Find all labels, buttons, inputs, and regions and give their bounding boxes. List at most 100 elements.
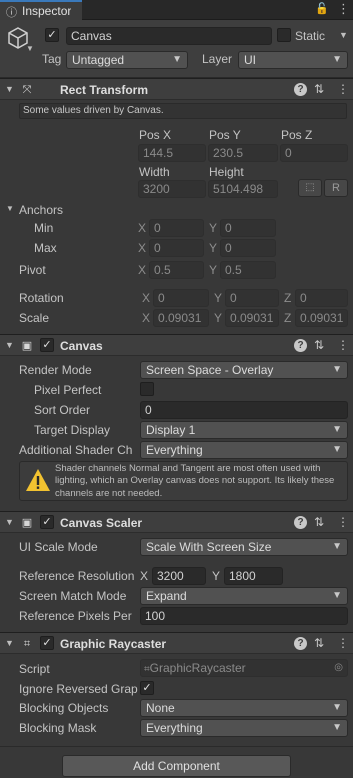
anchor-max-x-field[interactable]: 0	[149, 239, 204, 257]
canvas-icon: ▣	[21, 340, 33, 352]
rotation-z-field[interactable]: 0	[295, 289, 348, 307]
presets-icon[interactable]: ⇅	[314, 82, 324, 96]
graphic-raycaster-enabled-checkbox[interactable]: ✓	[40, 636, 54, 650]
pos-z-field[interactable]: 0	[280, 144, 348, 162]
render-mode-value: Screen Space - Overlay	[146, 363, 274, 377]
help-icon[interactable]: ?	[294, 339, 307, 352]
blueprint-mode-button[interactable]: ⬚	[298, 179, 322, 197]
tab-inspector[interactable]: ⓘ Inspector	[0, 0, 82, 20]
canvas-scaler-enabled-checkbox[interactable]: ✓	[40, 515, 54, 529]
rotation-x-field[interactable]: 0	[153, 289, 209, 307]
foldout-arrow-icon[interactable]: ▼	[5, 340, 14, 350]
object-name-field[interactable]: Canvas	[66, 27, 272, 45]
static-checkbox[interactable]	[277, 28, 291, 42]
presets-icon[interactable]: ⇅	[314, 636, 324, 650]
blocking-objects-dropdown[interactable]: None ▼	[140, 699, 348, 717]
ui-scale-mode-label: UI Scale Mode	[19, 540, 98, 554]
canvas-enabled-checkbox[interactable]: ✓	[40, 338, 54, 352]
foldout-arrow-icon[interactable]: ▼	[5, 638, 14, 648]
pixel-perfect-checkbox[interactable]	[140, 382, 154, 396]
warning-icon	[26, 469, 50, 491]
lock-icon[interactable]: 🔓	[315, 2, 329, 15]
reference-resolution-x-field[interactable]: 3200	[152, 567, 206, 585]
foldout-arrow-icon[interactable]: ▼	[5, 84, 14, 94]
help-icon[interactable]: ?	[294, 516, 307, 529]
active-checkbox[interactable]: ✓	[45, 28, 59, 42]
pivot-x-field[interactable]: 0.5	[149, 261, 204, 279]
chevron-down-icon: ▼	[332, 590, 342, 601]
screen-match-mode-dropdown[interactable]: Expand ▼	[140, 587, 348, 605]
tag-label: Tag	[42, 52, 62, 66]
canvas-title: Canvas	[60, 339, 103, 353]
kebab-menu-icon[interactable]: ⋮	[337, 338, 349, 352]
chevron-down-icon: ▼	[172, 54, 182, 65]
pivot-y-field[interactable]: 0.5	[220, 261, 276, 279]
canvas-component-header[interactable]: ▼ ▣ ✓ Canvas ? ⇅ ⋮	[0, 334, 353, 356]
object-picker-icon[interactable]: ◎	[334, 660, 343, 676]
scale-x-field[interactable]: 0.09031	[153, 309, 209, 327]
inspector-icon: ⓘ	[6, 7, 17, 19]
kebab-menu-icon[interactable]: ⋮	[337, 1, 350, 17]
raw-edit-button[interactable]: R	[324, 179, 348, 197]
kebab-menu-icon[interactable]: ⋮	[337, 82, 349, 96]
rect-transform-title: Rect Transform	[60, 83, 149, 97]
anchor-max-y-field[interactable]: 0	[220, 239, 276, 257]
pos-z-label: Pos Z	[281, 128, 313, 142]
add-component-button[interactable]: Add Component	[62, 755, 291, 777]
scale-x-axis-label: X	[142, 311, 151, 325]
scale-z-field[interactable]: 0.09031	[295, 309, 348, 327]
tag-dropdown[interactable]: Untagged ▼	[66, 51, 188, 69]
reference-resolution-y-field[interactable]: 1800	[224, 567, 283, 585]
ignore-reversed-graphics-label: Ignore Reversed Grap	[19, 682, 138, 696]
kebab-menu-icon[interactable]: ⋮	[337, 636, 349, 650]
help-icon[interactable]: ?	[294, 83, 307, 96]
sort-order-field[interactable]: 0	[140, 401, 348, 419]
pivot-label: Pivot	[19, 263, 46, 277]
graphic-raycaster-title: Graphic Raycaster	[60, 637, 167, 651]
static-label: Static	[295, 29, 326, 43]
script-value: GraphicRaycaster	[149, 661, 246, 675]
screen-match-mode-label: Screen Match Mode	[19, 589, 127, 603]
layer-dropdown[interactable]: UI ▼	[238, 51, 348, 69]
scale-y-field[interactable]: 0.09031	[225, 309, 279, 327]
kebab-menu-icon[interactable]: ⋮	[337, 515, 349, 529]
shader-channels-dropdown[interactable]: Everything ▼	[140, 441, 348, 459]
pixel-perfect-label: Pixel Perfect	[34, 383, 102, 397]
pos-y-field[interactable]: 230.5	[208, 144, 278, 162]
anchor-min-y-field[interactable]: 0	[220, 219, 276, 237]
chevron-down-icon: ▼	[332, 541, 342, 552]
width-field[interactable]: 3200	[138, 180, 206, 198]
target-display-dropdown[interactable]: Display 1 ▼	[140, 421, 348, 439]
canvas-scaler-header[interactable]: ▼ ▣ ✓ Canvas Scaler ? ⇅ ⋮	[0, 511, 353, 533]
rotation-y-field[interactable]: 0	[225, 289, 279, 307]
graphic-raycaster-header[interactable]: ▼ ⌗ ✓ Graphic Raycaster ? ⇅ ⋮	[0, 632, 353, 654]
static-dropdown-arrow-icon[interactable]: ▼	[339, 30, 348, 40]
anchor-min-x-field[interactable]: 0	[149, 219, 204, 237]
render-mode-label: Render Mode	[19, 363, 92, 377]
ui-scale-mode-dropdown[interactable]: Scale With Screen Size ▼	[140, 538, 348, 556]
driven-info-box: Some values driven by Canvas.	[19, 103, 347, 119]
pos-x-field[interactable]: 144.5	[138, 144, 206, 162]
ref-y-axis-label: Y	[212, 569, 221, 583]
anchors-foldout-arrow-icon[interactable]: ▼	[6, 204, 14, 213]
render-mode-dropdown[interactable]: Screen Space - Overlay ▼	[140, 361, 348, 379]
script-field[interactable]: ⌗GraphicRaycaster ◎	[140, 659, 348, 677]
help-icon[interactable]: ?	[294, 637, 307, 650]
blocking-mask-dropdown[interactable]: Everything ▼	[140, 719, 348, 737]
height-field[interactable]: 5104.498	[208, 180, 278, 198]
target-display-label: Target Display	[34, 423, 111, 437]
ignore-reversed-graphics-checkbox[interactable]: ✓	[140, 681, 154, 695]
chevron-down-icon: ▼	[332, 444, 342, 455]
presets-icon[interactable]: ⇅	[314, 338, 324, 352]
chevron-down-icon: ▼	[332, 722, 342, 733]
rect-transform-header[interactable]: ▼ ⤧ Rect Transform ? ⇅ ⋮	[0, 78, 353, 100]
script-label: Script	[19, 662, 50, 676]
blocking-objects-value: None	[146, 701, 175, 715]
canvas-scaler-title: Canvas Scaler	[60, 516, 143, 530]
reference-pixels-per-unit-field[interactable]: 100	[140, 607, 348, 625]
icon-dropdown-arrow-icon[interactable]: ▼	[26, 44, 34, 53]
screen-match-mode-value: Expand	[146, 589, 187, 603]
presets-icon[interactable]: ⇅	[314, 515, 324, 529]
foldout-arrow-icon[interactable]: ▼	[5, 517, 14, 527]
chevron-down-icon: ▼	[332, 364, 342, 375]
